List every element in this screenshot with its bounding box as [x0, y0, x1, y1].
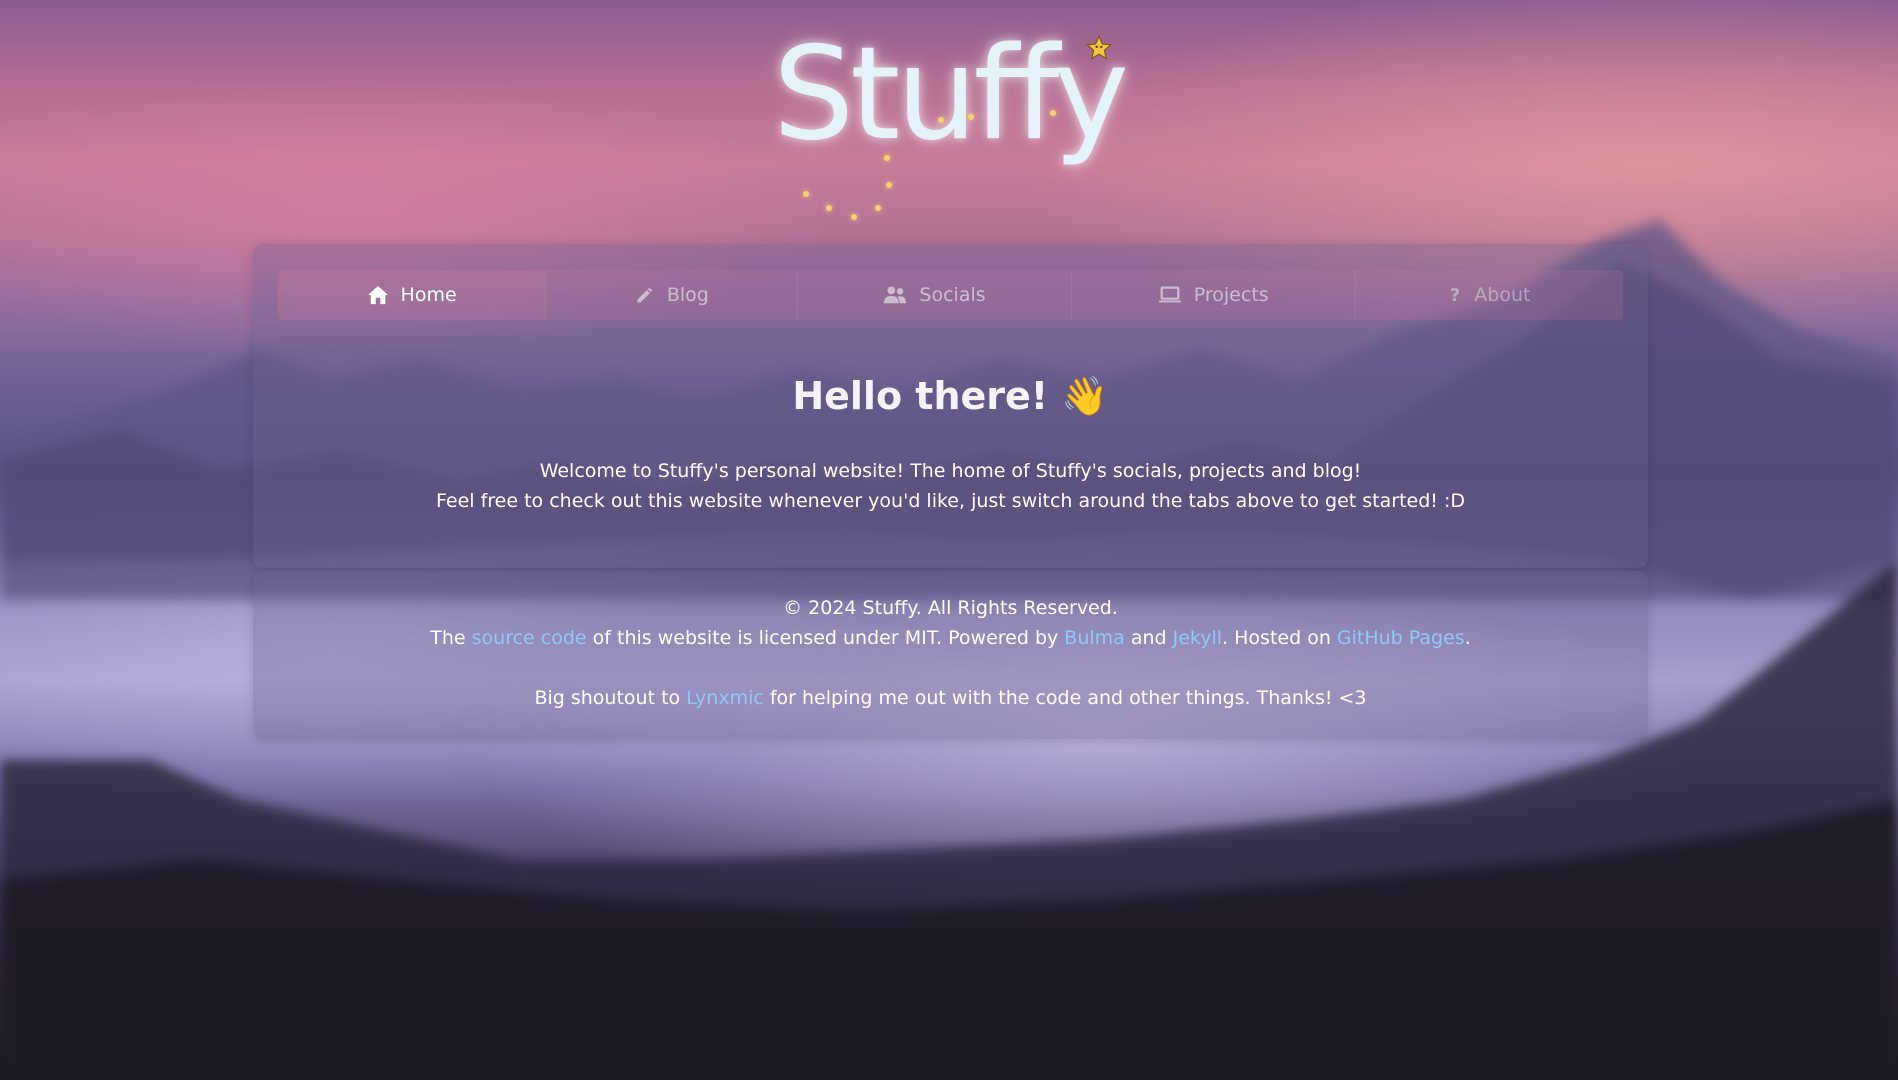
footer-text: © 2024 Stuffy. All Rights Reserved. The …: [253, 593, 1648, 713]
page-heading: Hello there! 👋: [792, 374, 1109, 418]
tab-about-label: About: [1474, 284, 1531, 306]
home-icon: [367, 285, 388, 305]
sparkle-dot: [938, 117, 944, 123]
tab-about[interactable]: ? About: [1356, 270, 1623, 320]
hosted-text: . Hosted on: [1222, 627, 1337, 649]
nav-tabs: Home Blog Socials Projects ? About: [278, 270, 1623, 320]
users-icon: [884, 286, 907, 304]
license-pre: The: [430, 627, 472, 649]
tab-projects-label: Projects: [1193, 284, 1269, 306]
shout-pre: Big shoutout to: [534, 687, 687, 709]
svg-text:?: ?: [1450, 285, 1460, 305]
and-text: and: [1124, 627, 1173, 649]
pencil-icon: [637, 287, 653, 303]
star-icon: [1086, 34, 1113, 60]
tab-home-label: Home: [400, 284, 457, 306]
welcome-line-2: Feel free to check out this website when…: [436, 490, 1465, 512]
source-code-link[interactable]: source code: [472, 627, 587, 649]
shout-post: for helping me out with the code and oth…: [763, 687, 1367, 709]
copyright-text: © 2024 Stuffy. All Rights Reserved.: [783, 597, 1118, 619]
question-icon: ?: [1450, 285, 1460, 305]
welcome-line-1: Welcome to Stuffy's personal website! Th…: [539, 460, 1362, 482]
sparkle-dot: [1050, 110, 1056, 116]
tab-socials[interactable]: Socials: [798, 270, 1072, 320]
tab-projects[interactable]: Projects: [1072, 270, 1356, 320]
tab-socials-label: Socials: [919, 284, 986, 306]
logo-title: Stuffy: [772, 20, 1129, 169]
welcome-text: Welcome to Stuffy's personal website! Th…: [253, 456, 1648, 516]
sparkle-dot: [826, 205, 832, 211]
github-pages-link[interactable]: GitHub Pages: [1337, 627, 1465, 649]
license-line: The source code of this website is licen…: [253, 623, 1648, 653]
tab-blog[interactable]: Blog: [546, 270, 799, 320]
bulma-link[interactable]: Bulma: [1064, 627, 1125, 649]
footer-card: © 2024 Stuffy. All Rights Reserved. The …: [253, 571, 1648, 739]
logo-text: Stuffy: [773, 27, 1129, 162]
sparkle-dot: [968, 114, 974, 120]
sparkle-dot: [851, 214, 857, 220]
sparkle-dot: [884, 155, 890, 161]
laptop-icon: [1158, 286, 1181, 303]
shoutout-line: Big shoutout to Lynxmic for helping me o…: [253, 683, 1648, 713]
sparkle-dot: [875, 205, 881, 211]
jekyll-link[interactable]: Jekyll: [1173, 627, 1222, 649]
lynxmic-link[interactable]: Lynxmic: [686, 687, 764, 709]
period-text: .: [1464, 627, 1471, 649]
sparkle-dot: [803, 191, 809, 197]
main-card: Home Blog Socials Projects ? About Hello…: [253, 244, 1648, 568]
license-mid: of this website is licensed under MIT. P…: [586, 627, 1065, 649]
tab-home[interactable]: Home: [278, 270, 547, 320]
site-logo: Stuffy: [0, 27, 1898, 162]
sparkle-dot: [886, 182, 892, 188]
tab-blog-label: Blog: [666, 284, 709, 306]
